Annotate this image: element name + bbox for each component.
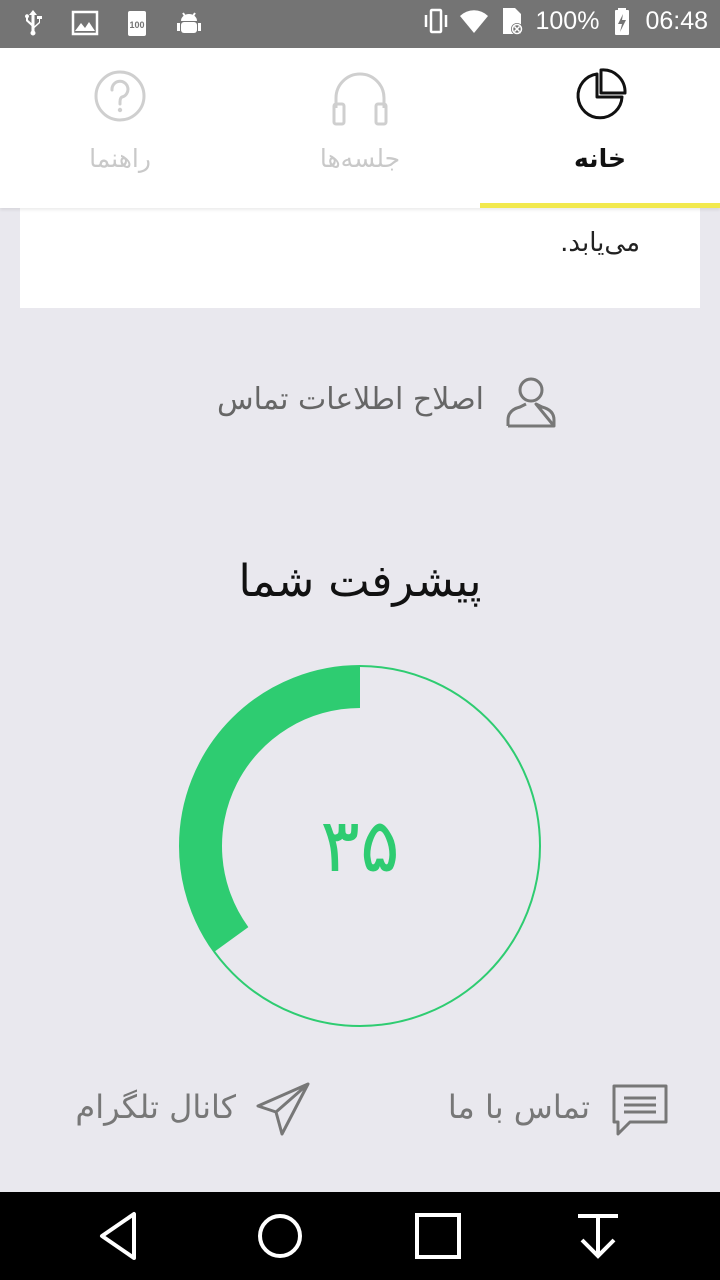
back-icon <box>100 1212 136 1260</box>
tab-guide[interactable]: راهنما <box>0 48 240 208</box>
contact-us-label: تماس با ما <box>447 1088 590 1126</box>
tab-sessions-label: جلسه‌ها <box>319 144 401 173</box>
status-bar: 100 100% 06:48 <box>0 0 720 48</box>
recents-square-icon <box>415 1213 461 1259</box>
top-tab-bar: خانه جلسه‌ها راهنما <box>0 48 720 208</box>
vibrate-icon <box>425 8 448 34</box>
sim-off-icon <box>503 8 524 35</box>
edit-contact-link[interactable]: اصلاح اطلاعات تماس <box>180 372 560 432</box>
user-icon <box>506 377 556 428</box>
tab-guide-label: راهنما <box>89 144 151 173</box>
headphones-icon <box>332 72 388 126</box>
help-circle-icon <box>94 70 146 122</box>
tab-home[interactable]: خانه <box>480 48 720 208</box>
contact-us-link[interactable]: تماس با ما <box>430 1078 670 1140</box>
battery-charging-icon <box>615 8 630 35</box>
card-text-end: می‌یابد. <box>560 228 640 258</box>
message-icon <box>612 1084 668 1136</box>
progress-title: پیشرفت شما <box>238 556 482 607</box>
arrow-down-bar-icon <box>578 1214 618 1259</box>
storage-100-icon: 100 <box>128 11 146 36</box>
image-icon <box>71 10 99 36</box>
tab-sessions[interactable]: جلسه‌ها <box>240 48 480 208</box>
home-button[interactable] <box>250 1206 310 1266</box>
telegram-channel-link[interactable]: کانال تلگرام <box>60 1078 320 1140</box>
pie-chart-icon <box>576 68 627 120</box>
telegram-channel-label: کانال تلگرام <box>75 1088 236 1126</box>
android-debug-icon <box>177 12 201 33</box>
svg-text:100: 100 <box>129 20 144 30</box>
active-tab-indicator <box>480 203 720 208</box>
notification-pull-button[interactable] <box>568 1206 628 1266</box>
tab-home-label: خانه <box>574 144 626 173</box>
home-circle-icon <box>258 1214 302 1258</box>
back-button[interactable] <box>92 1206 152 1266</box>
clock: 06:48 <box>645 6 708 35</box>
recents-button[interactable] <box>408 1206 468 1266</box>
system-nav-bar <box>0 1192 720 1280</box>
progress-value: ۳۵ <box>320 803 400 889</box>
battery-percent: 100% <box>535 6 600 35</box>
edit-contact-label: اصلاح اطلاعات تماس <box>217 382 484 417</box>
wifi-icon <box>460 10 489 33</box>
send-icon <box>256 1082 310 1136</box>
usb-icon <box>25 10 42 36</box>
